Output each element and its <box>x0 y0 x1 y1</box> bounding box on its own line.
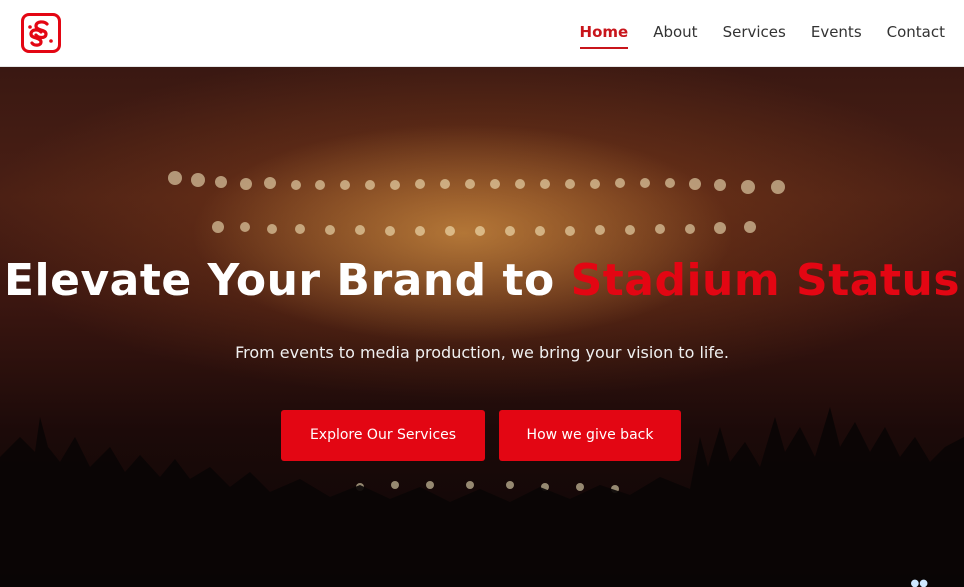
nav-item-events[interactable]: Events <box>811 20 862 49</box>
nav-item-home[interactable]: Home <box>579 20 629 49</box>
hero-title: Elevate Your Brand to Stadium Status <box>0 255 964 306</box>
nav-item-contact[interactable]: Contact <box>887 20 945 49</box>
hero-title-plain: Elevate Your Brand to <box>3 255 571 306</box>
hero-section: Elevate Your Brand to Stadium Status Fro… <box>0 67 964 587</box>
hero-title-accent: Stadium Status <box>570 255 961 306</box>
crowd-silhouette-image <box>0 407 964 587</box>
nav-item-services[interactable]: Services <box>723 20 786 49</box>
give-back-button[interactable]: How we give back <box>499 410 681 461</box>
main-nav: Home About Services Events Contact <box>579 20 945 49</box>
explore-services-button[interactable]: Explore Our Services <box>281 410 485 461</box>
hero-subtitle: From events to media production, we brin… <box>235 343 729 362</box>
site-header: Home About Services Events Contact <box>0 0 964 67</box>
nav-item-about[interactable]: About <box>653 20 697 49</box>
logo-mark-icon <box>28 20 53 47</box>
brand-logo[interactable] <box>21 13 61 53</box>
scroll-indicator-icon: ●● <box>910 578 928 587</box>
